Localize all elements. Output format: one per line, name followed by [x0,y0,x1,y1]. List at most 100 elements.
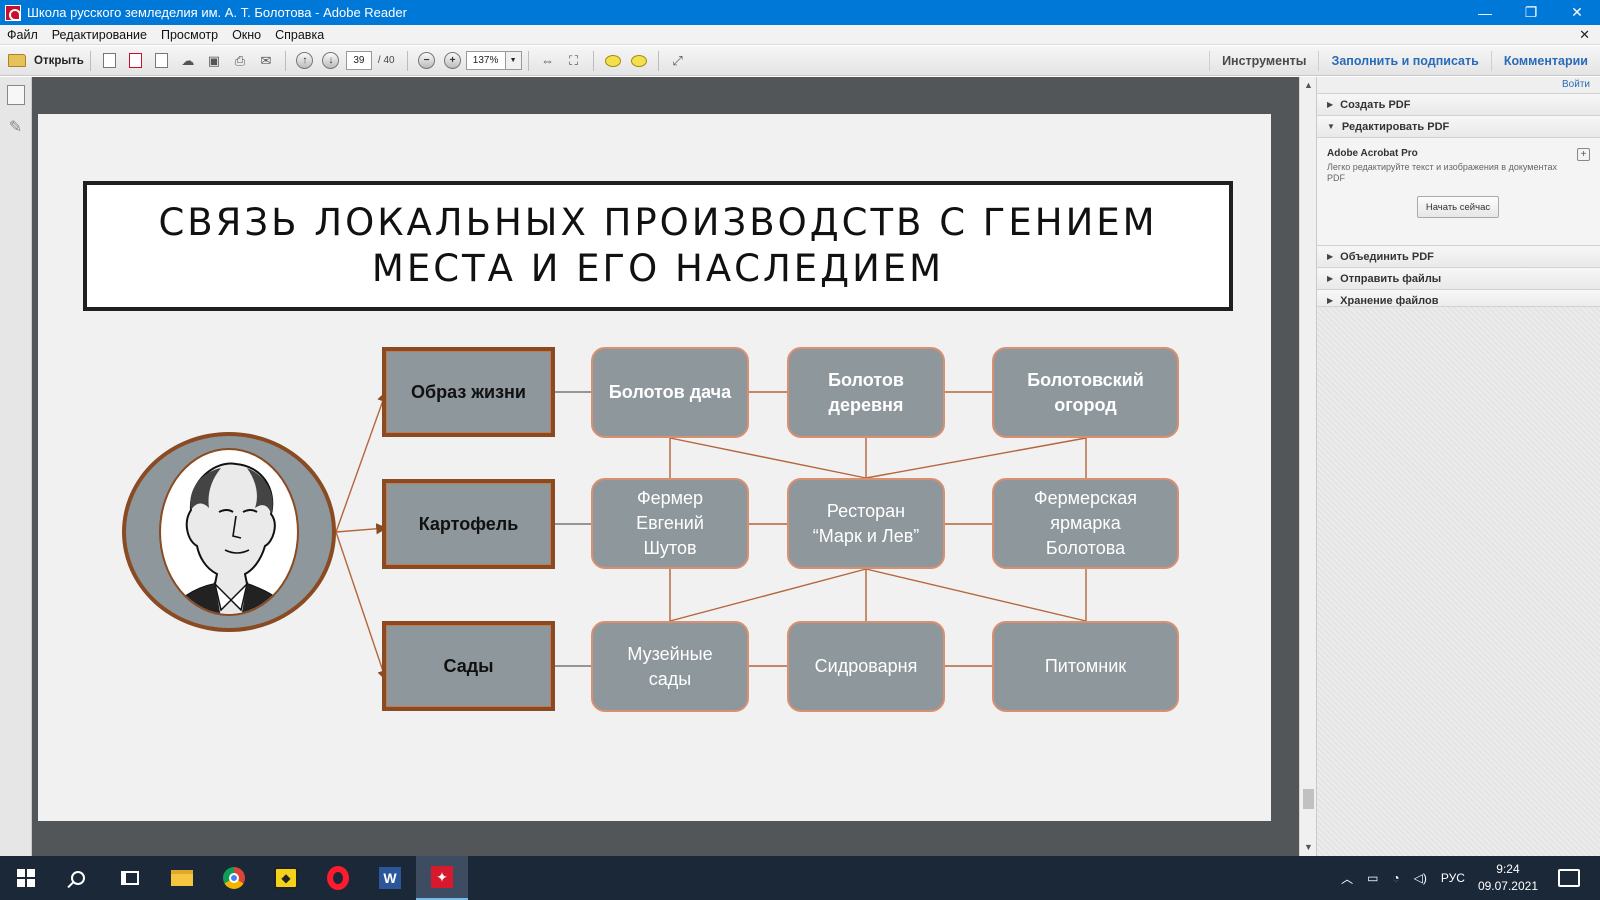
node-bolotov-village: Болотов деревня [787,347,945,438]
title-bar: Школа русского земледелия им. А. Т. Боло… [0,0,1600,25]
taskbar-bat[interactable]: ◆ [260,856,312,900]
cloud-upload-icon[interactable]: ☁ [177,51,199,71]
node-farmers-fair: Фермерская ярмарка Болотова [992,478,1179,569]
sign-in-link[interactable]: Войти [1317,77,1600,93]
start-now-button[interactable]: Начать сейчас [1417,196,1499,218]
search-icon [71,871,85,885]
scroll-up-icon[interactable]: ▲ [1300,77,1317,94]
category-lifestyle: Образ жизни [382,347,555,437]
menu-edit[interactable]: Редактирование [45,28,154,42]
tools-button[interactable]: Инструменты [1209,51,1318,71]
folder-icon [8,54,26,67]
slide-title: СВЯЗЬ ЛОКАЛЬНЫХ ПРОИЗВОДСТВ С ГЕНИЕМ МЕС… [158,201,1158,290]
menu-window[interactable]: Окно [225,28,268,42]
section-store-files-label: Хранение файлов [1340,294,1439,307]
close-button[interactable]: ✕ [1554,0,1600,25]
email-icon[interactable]: ✉ [255,51,277,71]
clock[interactable]: 9:24 09.07.2021 [1478,861,1538,895]
taskbar-explorer[interactable] [156,856,208,900]
expand-icon[interactable]: ⤢ [667,51,689,71]
portrait-frame [122,432,336,632]
plus-icon: + [444,52,462,69]
section-combine-pdf[interactable]: ▶ Объединить PDF [1317,245,1600,267]
section-create-pdf-label: Создать PDF [1340,98,1411,111]
taskbar-word[interactable]: W [364,856,416,900]
comments-button[interactable]: Комментарии [1490,51,1600,71]
document-close-button[interactable]: ✕ [1579,27,1590,43]
next-page-button[interactable]: ↓ [320,51,342,71]
arrow-down-icon: ↓ [322,52,340,69]
clock-date: 09.07.2021 [1477,879,1538,893]
toolbar: Открыть ☁ ▣ ⎙ ✉ ↑ ↓ 39 / 40 − + 137% ▼ ⇔… [0,46,1600,76]
previous-page-button[interactable]: ↑ [294,51,316,71]
opera-icon [327,866,349,890]
volume-icon[interactable]: ◁) [1414,871,1427,885]
file-explorer-icon [171,870,193,886]
section-create-pdf[interactable]: ▶ Создать PDF [1317,93,1600,115]
start-button[interactable] [0,856,52,900]
edit-document-icon[interactable] [151,51,173,71]
battery-icon[interactable]: ▭ [1367,871,1378,885]
document-viewer[interactable]: СВЯЗЬ ЛОКАЛЬНЫХ ПРОИЗВОДСТВ С ГЕНИЕМ МЕС… [32,77,1299,856]
section-send-files[interactable]: ▶ Отправить файлы [1317,267,1600,289]
search-button[interactable] [52,856,104,900]
pdf-file-icon[interactable] [125,51,147,71]
menu-help[interactable]: Справка [268,28,331,42]
toolbar-divider [592,50,594,71]
fit-width-icon[interactable]: ⇔ [537,51,559,71]
clock-time: 9:24 [1496,862,1520,876]
task-view-button[interactable] [104,856,156,900]
zoom-in-button[interactable]: + [442,51,464,71]
create-pdf-icon[interactable] [99,51,121,71]
taskbar-adobe-reader[interactable]: ✦ [416,856,468,900]
toolbar-divider [527,50,529,71]
section-edit-pdf[interactable]: ▼ Редактировать PDF [1317,115,1600,137]
menu-file[interactable]: Файл [0,28,45,42]
highlight-icon[interactable] [628,51,650,71]
taskbar-chrome[interactable] [208,856,260,900]
taskbar-opera[interactable] [312,856,364,900]
portrait-engraving [168,462,294,614]
minimize-button[interactable]: — [1462,0,1508,25]
save-icon[interactable]: ▣ [203,51,225,71]
page-number-input[interactable]: 39 [345,51,372,70]
node-restaurant: Ресторан “Марк и Лев” [787,478,945,569]
add-icon[interactable]: + [1577,148,1590,161]
toolbar-divider [406,50,408,71]
adobe-reader-icon [5,4,21,21]
scroll-thumb[interactable] [1303,789,1314,809]
scroll-down-icon[interactable]: ▼ [1300,839,1317,856]
zoom-input[interactable]: 137% [465,51,506,70]
section-edit-pdf-label: Редактировать PDF [1341,120,1450,133]
minus-icon: − [418,52,436,69]
network-icon[interactable]: ◔ [1392,871,1399,885]
triangle-right-icon: ▶ [1327,252,1334,261]
category-gardens: Сады [382,621,555,711]
section-send-files-label: Отправить файлы [1340,272,1442,285]
triangle-right-icon: ▶ [1327,100,1334,109]
print-icon[interactable]: ⎙ [229,51,251,71]
chevron-up-icon[interactable]: ︿ [1341,870,1353,887]
comment-icon[interactable] [602,51,624,71]
zoom-dropdown-icon[interactable]: ▼ [505,51,522,70]
adobe-reader-icon: ✦ [431,866,453,888]
node-nursery: Питомник [992,621,1179,712]
fit-page-icon[interactable]: ⛶ [563,51,585,71]
triangle-right-icon: ▶ [1327,274,1334,283]
language-indicator[interactable]: РУС [1441,871,1465,885]
vertical-scrollbar[interactable]: ▲ ▼ [1299,77,1316,856]
triangle-down-icon: ▼ [1327,122,1335,131]
open-label: Открыть [34,54,84,67]
product-description: Легко редактируйте текст и изображения в… [1327,162,1557,183]
page-thumbnails-icon[interactable] [6,85,25,105]
node-cidery: Сидроварня [787,621,945,712]
restore-button[interactable]: ❐ [1508,0,1554,25]
section-combine-pdf-label: Объединить PDF [1340,250,1434,263]
fill-sign-button[interactable]: Заполнить и подписать [1318,51,1490,71]
word-icon: W [379,867,401,889]
open-button[interactable]: Открыть [8,54,84,67]
notifications-icon[interactable] [1558,869,1580,887]
attachments-icon[interactable]: ✎ [7,117,25,137]
menu-view[interactable]: Просмотр [154,28,225,42]
zoom-out-button[interactable]: − [416,51,438,71]
